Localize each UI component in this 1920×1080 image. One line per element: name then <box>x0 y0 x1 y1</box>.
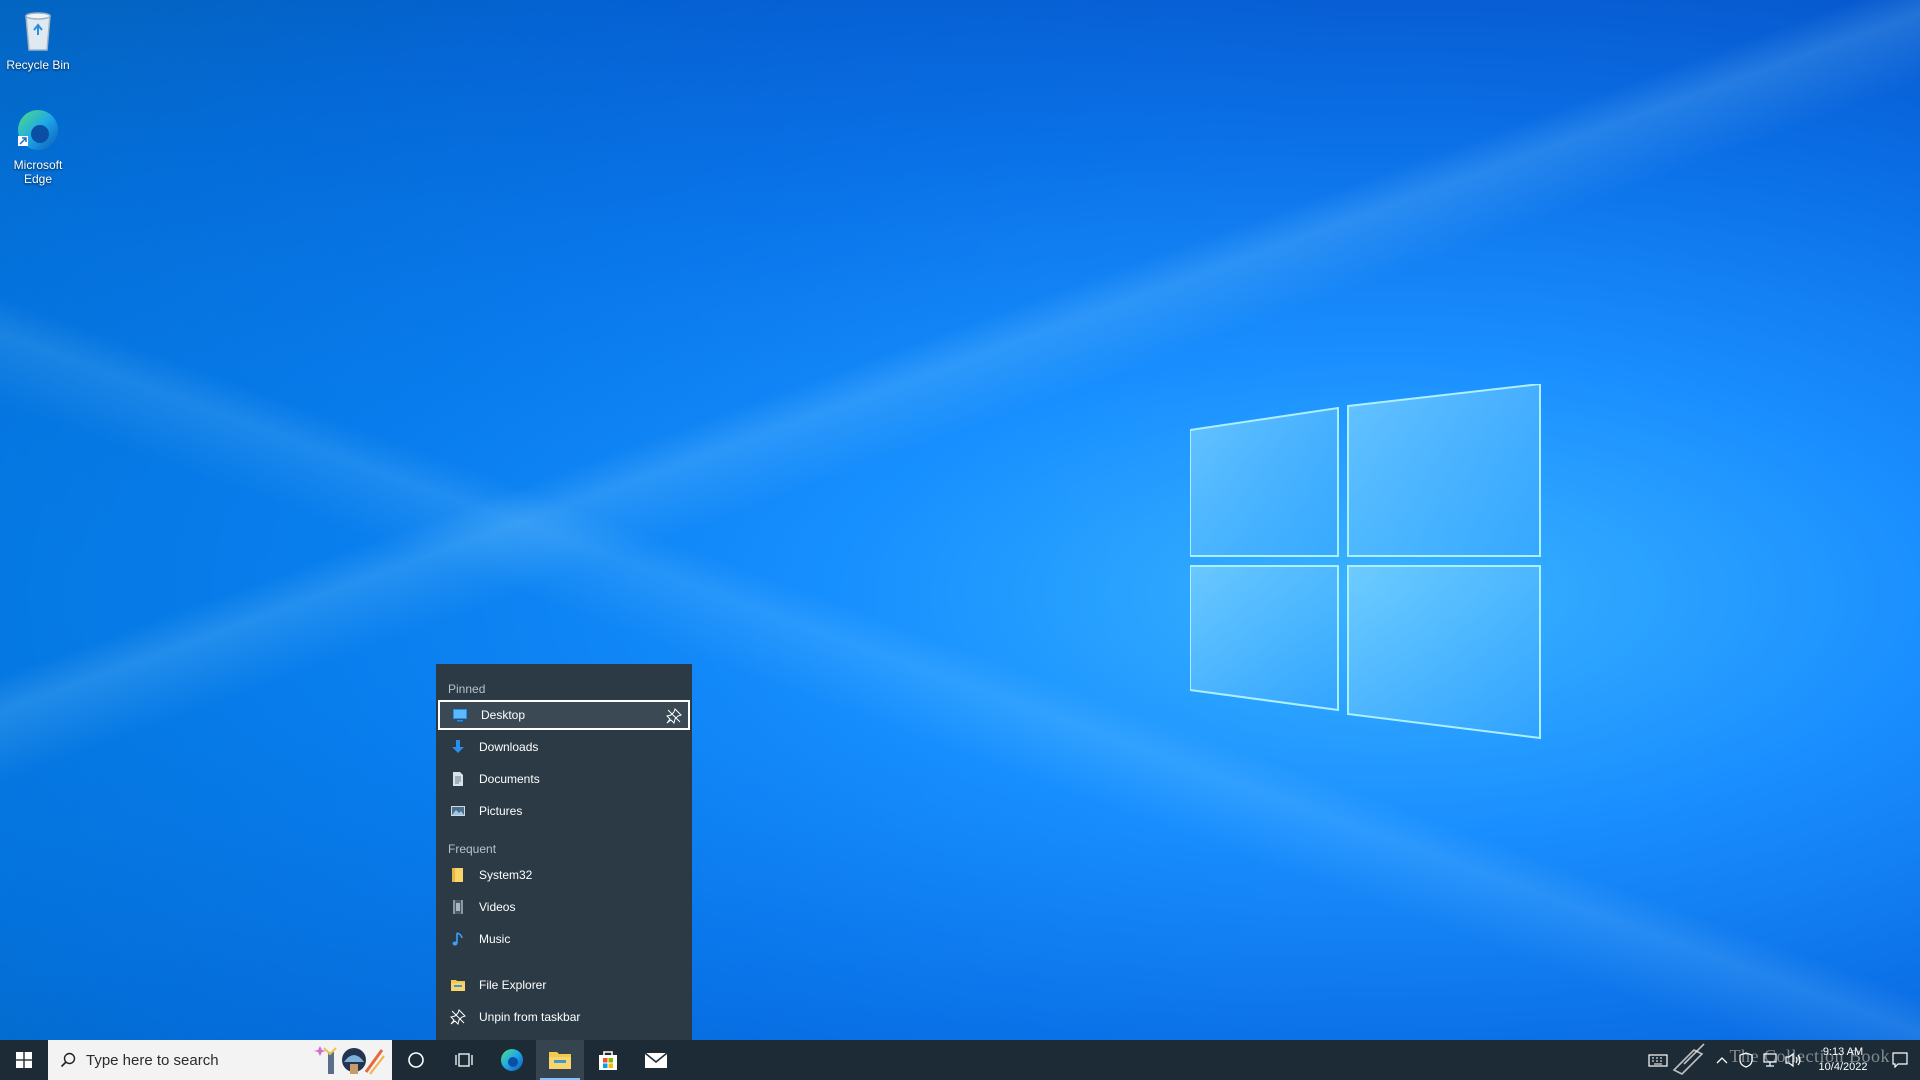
chevron-up-icon <box>1716 1057 1728 1064</box>
taskbar-store-button[interactable] <box>584 1040 632 1080</box>
taskbar-mail-button[interactable] <box>632 1040 680 1080</box>
jumplist-item-label: Downloads <box>479 740 539 754</box>
unpin-icon[interactable] <box>666 708 682 724</box>
jumplist-action-unpin[interactable]: Unpin from taskbar <box>438 1002 690 1032</box>
file-explorer-jump-list: Pinned Desktop Downloads Documents Pictu… <box>436 664 692 1040</box>
desktop-icon-label: Recycle Bin <box>6 58 70 72</box>
task-view-icon <box>455 1053 473 1067</box>
documents-icon <box>450 771 466 787</box>
search-highlight-illustration-icon[interactable] <box>310 1042 386 1078</box>
jumplist-item-label: Music <box>479 932 511 946</box>
taskbar: 9:13 AM 10/4/2022 <box>0 1040 1920 1080</box>
jumplist-frequent-header: Frequent <box>448 842 497 856</box>
search-icon <box>60 1052 76 1068</box>
start-button[interactable] <box>0 1040 48 1080</box>
jumplist-item-videos[interactable]: Videos <box>438 892 690 922</box>
file-explorer-icon <box>549 1052 571 1069</box>
cortana-button[interactable] <box>392 1040 440 1080</box>
jumplist-action-file-explorer[interactable]: File Explorer <box>438 970 690 1000</box>
jumplist-item-label: Desktop <box>481 708 526 722</box>
folder-icon <box>450 867 466 883</box>
wallpaper-beam <box>0 0 1920 1080</box>
file-explorer-icon <box>450 977 466 993</box>
notification-icon <box>1892 1052 1908 1068</box>
edge-icon <box>18 110 58 150</box>
taskbar-search-box[interactable] <box>48 1040 392 1080</box>
pen-notebook-icon <box>1672 1043 1705 1075</box>
downloads-arrow-icon <box>450 739 466 755</box>
jumplist-item-label: Pictures <box>479 804 523 818</box>
jumplist-item-documents[interactable]: Documents <box>438 764 690 794</box>
mail-envelope-icon <box>644 1052 668 1068</box>
pictures-icon <box>450 803 466 819</box>
watermark-text: The Collection Book <box>1729 1046 1890 1066</box>
jumplist-item-desktop[interactable]: Desktop <box>438 700 690 730</box>
desktop-icon-microsoft-edge[interactable]: Microsoft Edge <box>0 106 76 186</box>
desktop-icon-recycle-bin[interactable]: Recycle Bin <box>0 6 76 72</box>
wallpaper-glow <box>0 0 1920 1080</box>
recycle-bin-icon <box>25 12 51 51</box>
jumplist-item-label: Unpin from taskbar <box>479 1010 581 1024</box>
desktop-folder-icon <box>452 707 468 723</box>
wallpaper-beam <box>0 0 1920 1080</box>
keyboard-icon <box>1648 1054 1668 1067</box>
jumplist-item-system32[interactable]: System32 <box>438 860 690 890</box>
jumplist-item-label: System32 <box>479 868 533 882</box>
windows-start-icon <box>16 1052 32 1068</box>
music-note-icon <box>450 931 466 947</box>
videos-icon <box>450 899 466 915</box>
unpin-icon <box>450 1009 466 1025</box>
desktop-icon-label: Microsoft Edge <box>13 158 63 186</box>
task-view-button[interactable] <box>440 1040 488 1080</box>
tray-input-indicator[interactable] <box>1646 1040 1670 1080</box>
jumplist-item-label: Videos <box>479 900 516 914</box>
taskbar-edge-button[interactable] <box>488 1040 536 1080</box>
windows-logo-wallpaper <box>1190 384 1541 740</box>
jumplist-item-label: Documents <box>479 772 540 786</box>
taskbar-file-explorer-button[interactable] <box>536 1040 584 1080</box>
jumplist-item-downloads[interactable]: Downloads <box>438 732 690 762</box>
jumplist-item-pictures[interactable]: Pictures <box>438 796 690 826</box>
search-input[interactable] <box>86 1051 286 1069</box>
microsoft-store-bag-icon <box>599 1051 617 1070</box>
edge-icon <box>501 1049 523 1071</box>
jumplist-item-label: File Explorer <box>479 978 547 992</box>
jumplist-pinned-header: Pinned <box>448 682 486 696</box>
jumplist-item-music[interactable]: Music <box>438 924 690 954</box>
cortana-circle-icon <box>408 1052 424 1068</box>
tray-pen-icon-button[interactable] <box>1670 1040 1710 1080</box>
